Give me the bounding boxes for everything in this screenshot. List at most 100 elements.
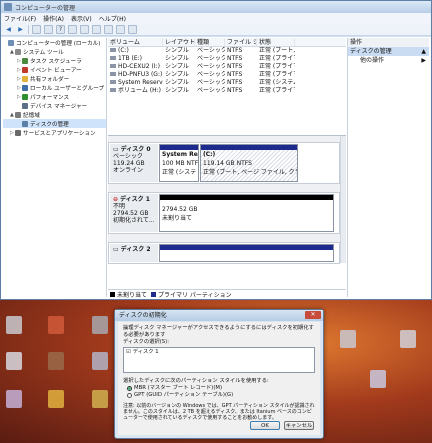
title-bar[interactable]: コンピューターの管理 — [1, 1, 431, 13]
radio-selected-icon[interactable] — [127, 386, 132, 391]
table-cell: ベーシック — [197, 87, 225, 94]
tree-item[interactable]: ▷ ローカル ユーザーとグループ — [3, 83, 106, 92]
table-row[interactable]: 1TB (E:) シンプル ベーシックNTFS 正常 (プライマリ パーティシ — [108, 55, 346, 63]
legend-unallocated-label: 未割り当て — [117, 291, 148, 299]
tree-item[interactable]: ▷ 共有フォルダー — [3, 74, 106, 83]
disk-1-label[interactable]: ⊖ ディスク 1 不明 2794.52 GB 初期化されて... — [110, 194, 158, 232]
tree-item[interactable]: ▷ タスク スケジューラ — [3, 56, 106, 65]
ok-button[interactable]: OK — [250, 421, 280, 430]
menu-view[interactable]: 表示(V) — [71, 14, 92, 23]
partition-disk-2[interactable] — [159, 244, 334, 262]
properties-icon[interactable] — [44, 24, 53, 34]
desktop-icon[interactable] — [92, 352, 108, 370]
menu-help[interactable]: ヘルプ(H) — [99, 14, 126, 23]
tools-icon — [15, 48, 21, 55]
settings-icon[interactable] — [128, 24, 137, 34]
disk-graphical-view: ▭ ディスク 0 ベーシック 119.24 GB オンライン System Res… — [108, 135, 346, 264]
table-row[interactable]: HD-CEXU2 (I:) シンプル ベーシックNTFS 正常 (プライマリ パーティ… — [108, 63, 346, 71]
actions-more[interactable]: 他の操作 ▶ — [348, 56, 429, 66]
disk-0-label[interactable]: ▭ ディスク 0 ベーシック 119.24 GB オンライン — [110, 144, 158, 182]
desktop-icon[interactable] — [340, 330, 356, 348]
disk-select-list: ☑ ディスク 1 — [123, 347, 315, 373]
table-row[interactable]: System Reservedシンプル ベーシックNTFS 正常 (システム, アク… — [108, 79, 346, 87]
close-icon[interactable]: ✕ — [305, 311, 321, 319]
table-cell: シンプル — [165, 71, 189, 78]
toolbar: ◀ ▶ ? — [1, 23, 431, 36]
view-icon[interactable] — [68, 24, 77, 34]
actions-disk-management[interactable]: ディスクの管理 ▲ — [348, 47, 429, 56]
table-cell: ボリューム (H:) — [108, 87, 163, 95]
volume-list-rows: (C:)シンプルベーシックNTFS正常 (ブート, ページ ファイ1TB (E:… — [108, 47, 346, 95]
volume-name: ボリューム (H:) — [118, 87, 161, 94]
tree-item-label: ディスクの管理 — [30, 121, 69, 128]
mbr-radio[interactable]: MBR (マスター ブート レコード)(M) — [127, 385, 315, 392]
table-cell: シンプル — [165, 55, 189, 62]
users-icon — [22, 84, 28, 91]
tree-item-label: パフォーマンス — [30, 94, 70, 101]
cancel-button[interactable]: キャンセル — [284, 421, 314, 430]
console-tree-icon[interactable] — [32, 24, 41, 34]
tree-item[interactable]: デバイス マネージャー — [3, 101, 106, 110]
column-header[interactable]: ファイル システム — [225, 38, 257, 46]
gpt-radio[interactable]: GPT (GUID パーティション テーブル)(G) — [127, 392, 315, 399]
tree-item[interactable]: ▲ 記憶域 — [3, 110, 106, 119]
menu-file[interactable]: ファイル(F) — [4, 14, 36, 23]
disk-icon[interactable] — [92, 24, 101, 34]
table-cell: 正常 (プライマリ パーティシ — [259, 71, 295, 78]
disk-icon — [22, 120, 28, 127]
table-cell: NTFS — [227, 55, 243, 62]
partition-unallocated[interactable]: 2794.52 GB 未割り当て — [159, 194, 334, 232]
desktop-icon[interactable] — [6, 352, 22, 370]
legend: 未割り当て プライマリ パーティション — [108, 289, 346, 299]
delete-icon[interactable] — [116, 24, 125, 34]
desktop-icon[interactable] — [48, 316, 64, 334]
graphical-view-scrollbar[interactable] — [340, 136, 346, 263]
desktop-icon[interactable] — [92, 390, 108, 408]
partition-c-drive[interactable]: (C:) 119.14 GB NTFS 正常 (ブート, ページ ファイル, ク… — [200, 144, 298, 182]
dialog-title-bar[interactable]: ディスクの初期化 ✕ — [115, 310, 323, 321]
tree-item[interactable]: ▲ システム ツール — [3, 47, 106, 56]
desktop-icon[interactable] — [400, 330, 416, 348]
actions-header: 操作 — [348, 38, 429, 47]
table-row[interactable]: (C:) シンプル ベーシックNTFS 正常 (ブート, ページ ファイ — [108, 47, 346, 55]
connect-icon[interactable] — [80, 24, 89, 34]
radio-unselected-icon[interactable] — [127, 393, 132, 398]
menu-action[interactable]: 操作(A) — [43, 14, 64, 23]
desktop-icon[interactable] — [92, 316, 108, 334]
column-header[interactable]: レイアウト — [163, 38, 195, 46]
tree-item[interactable]: ディスクの管理 — [3, 119, 106, 128]
table-row[interactable]: ボリューム (H:) シンプル ベーシックNTFS 正常 (プライマリ パーティシ — [108, 87, 346, 95]
services-icon — [15, 129, 21, 136]
checkbox-checked-icon[interactable]: ☑ — [126, 349, 131, 356]
tree-item[interactable]: ▷ パフォーマンス — [3, 92, 106, 101]
table-row[interactable]: HD-PNFU3 (G:)シンプル ベーシックNTFS 正常 (プライマリ パーティ… — [108, 71, 346, 79]
back-arrow-icon[interactable]: ◀ — [4, 25, 13, 34]
tree-item[interactable]: ▷ イベント ビューアー — [3, 65, 106, 74]
volume-icon — [110, 72, 116, 76]
desktop-icon[interactable] — [48, 352, 64, 370]
disk-list-item[interactable]: ☑ ディスク 1 — [126, 349, 312, 356]
tree-item[interactable]: ▷ サービスとアプリケーション — [3, 128, 106, 137]
folder-icon — [22, 75, 28, 82]
disk-select-label: ディスクの選択(S): — [123, 339, 169, 345]
legend-primary: プライマリ パーティション — [151, 290, 232, 299]
desktop-icon[interactable] — [6, 316, 22, 334]
help-icon[interactable]: ? — [56, 24, 65, 34]
disk-2-row: ▭ ディスク 2 — [108, 242, 340, 264]
desktop-icon[interactable] — [6, 390, 22, 408]
table-cell: 正常 (プライマリ パーティシ — [259, 87, 295, 94]
partition-system-reserved[interactable]: System Res 100 MB NTFS 正常 (システ — [159, 144, 199, 182]
desktop-icon[interactable] — [370, 370, 386, 388]
refresh-icon[interactable] — [104, 24, 113, 34]
actions-selected-label: ディスクの管理 — [350, 48, 392, 55]
collapse-arrow-icon: ▲ — [421, 48, 426, 55]
desktop-icon[interactable] — [48, 390, 64, 408]
forward-arrow-icon[interactable]: ▶ — [16, 25, 25, 34]
table-cell: System Reserved — [108, 79, 163, 87]
submenu-arrow-icon: ▶ — [421, 57, 426, 64]
column-header[interactable]: ボリューム — [108, 38, 163, 46]
column-header[interactable]: 種類 — [195, 38, 225, 46]
disk-2-label[interactable]: ▭ ディスク 2 — [110, 244, 158, 262]
tree-item[interactable]: コンピューターの管理 (ローカル) — [3, 38, 106, 47]
column-header[interactable]: 状態 — [257, 38, 295, 46]
